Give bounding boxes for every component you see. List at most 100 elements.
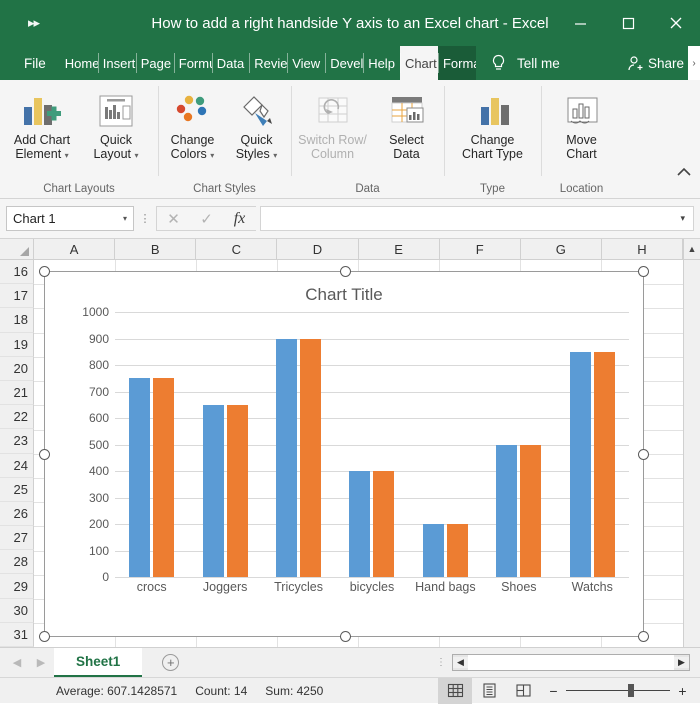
formula-input[interactable]: ▾ xyxy=(260,206,694,231)
tab-help[interactable]: Help xyxy=(363,46,400,80)
switch-row-column-button[interactable]: Switch Row/ Column xyxy=(294,85,372,161)
horizontal-scrollbar[interactable]: ◀ ▶ xyxy=(452,654,690,671)
tab-formulas[interactable]: Formulas xyxy=(173,46,212,80)
resize-handle-middle-right[interactable] xyxy=(638,449,649,460)
row-header-30[interactable]: 30 xyxy=(0,598,34,623)
bar-series2[interactable] xyxy=(226,404,248,577)
row-header-29[interactable]: 29 xyxy=(0,574,34,599)
zoom-control[interactable]: − + xyxy=(548,683,688,699)
quick-access-toolbar-icon[interactable]: ▸▸ xyxy=(28,15,40,31)
tab-data[interactable]: Data xyxy=(211,46,249,80)
bar-series1[interactable] xyxy=(276,338,298,577)
bar-series1[interactable] xyxy=(349,471,371,577)
chart-plot-area[interactable] xyxy=(115,312,629,578)
chevron-down-icon[interactable]: ▾ xyxy=(135,151,139,160)
bar-group[interactable] xyxy=(409,312,482,577)
chevron-down-icon[interactable]: ▾ xyxy=(65,151,69,160)
row-header-16[interactable]: 16 xyxy=(0,260,34,285)
row-header-31[interactable]: 31 xyxy=(0,622,34,647)
formula-bar-grip[interactable]: ⋮ xyxy=(138,213,152,224)
column-header-b[interactable]: B xyxy=(115,239,197,259)
hscroll-right-button[interactable]: ▶ xyxy=(674,657,689,668)
row-header-24[interactable]: 24 xyxy=(0,453,34,478)
tab-file[interactable]: File xyxy=(10,46,60,80)
row-header-20[interactable]: 20 xyxy=(0,356,34,381)
add-sheet-button[interactable]: + xyxy=(162,654,180,671)
tab-insert[interactable]: Insert xyxy=(97,46,136,80)
quick-styles-button[interactable]: Quick Styles ▾ xyxy=(225,85,289,163)
column-header-f[interactable]: F xyxy=(439,239,521,259)
maximize-button[interactable] xyxy=(604,0,652,46)
confirm-entry-button[interactable]: ✓ xyxy=(190,207,223,230)
resize-handle-bottom-left[interactable] xyxy=(39,631,50,642)
insert-function-button[interactable]: fx xyxy=(223,207,256,230)
chart-object[interactable]: Chart Title 1000 900 800 700 600 500 400… xyxy=(39,266,649,642)
resize-handle-bottom-right[interactable] xyxy=(638,631,649,642)
tab-review[interactable]: Review xyxy=(249,46,287,80)
share-button[interactable]: Share xyxy=(627,46,684,80)
resize-handle-top-center[interactable] xyxy=(340,266,351,277)
normal-view-icon[interactable] xyxy=(438,677,472,704)
chevron-down-icon[interactable]: ▾ xyxy=(210,151,214,160)
select-data-button[interactable]: Select Data xyxy=(372,85,442,161)
bar-group[interactable] xyxy=(188,312,261,577)
row-header-21[interactable]: 21 xyxy=(0,380,34,406)
close-button[interactable] xyxy=(652,0,700,46)
bar-series1[interactable] xyxy=(129,378,151,577)
bar-series2[interactable] xyxy=(153,378,175,577)
y-axis-labels[interactable]: 1000 900 800 700 600 500 400 300 200 100… xyxy=(55,305,109,584)
vertical-scrollbar[interactable] xyxy=(683,260,700,647)
row-header-22[interactable]: 22 xyxy=(0,405,34,430)
chevron-down-icon[interactable]: ▾ xyxy=(273,151,277,160)
tab-format[interactable]: Format xyxy=(437,46,476,80)
change-chart-type-button[interactable]: Change Chart Type xyxy=(447,85,539,161)
bar-group[interactable] xyxy=(262,312,335,577)
expand-formula-bar-button[interactable]: ▾ xyxy=(680,213,685,224)
previous-sheet-button[interactable]: ◀ xyxy=(6,656,28,669)
move-chart-button[interactable]: Move Chart xyxy=(546,85,618,161)
quick-layout-button[interactable]: Quick Layout ▾ xyxy=(79,85,153,163)
bar-series1[interactable] xyxy=(569,351,591,577)
bar-series1[interactable] xyxy=(202,404,224,577)
tab-scroll-right-button[interactable]: › xyxy=(688,46,700,80)
x-axis-labels[interactable]: crocs Joggers Tricycles bicycles Hand bags Sh… xyxy=(115,580,629,594)
name-box[interactable]: Chart 1 ▾ xyxy=(6,206,134,231)
bar-series1[interactable] xyxy=(422,524,444,577)
page-break-view-icon[interactable] xyxy=(506,678,540,704)
scroll-up-button[interactable]: ▲ xyxy=(683,239,700,259)
hscroll-thumb[interactable] xyxy=(468,655,674,670)
bar-group[interactable] xyxy=(335,312,408,577)
bar-series1[interactable] xyxy=(496,444,518,577)
tab-home[interactable]: Home xyxy=(60,46,98,80)
add-chart-element-button[interactable]: Add Chart Element ▾ xyxy=(5,85,79,163)
column-header-d[interactable]: D xyxy=(277,239,359,259)
sheet-tab-sheet1[interactable]: Sheet1 xyxy=(54,648,143,677)
tell-me-box[interactable]: Tell me xyxy=(517,46,568,80)
row-header-27[interactable]: 27 xyxy=(0,526,34,551)
tab-developer[interactable]: Developer xyxy=(325,46,363,80)
cancel-entry-button[interactable]: ✕ xyxy=(157,207,190,230)
change-colors-button[interactable]: Change Colors ▾ xyxy=(161,85,225,163)
row-header-17[interactable]: 17 xyxy=(0,284,34,309)
bar-group[interactable] xyxy=(556,312,629,577)
column-header-g[interactable]: G xyxy=(520,239,602,259)
bar-series2[interactable] xyxy=(520,444,542,577)
tab-chart-design[interactable]: Chart Design xyxy=(399,46,438,80)
bar-series2[interactable] xyxy=(373,471,395,577)
chevron-down-icon[interactable]: ▾ xyxy=(123,214,127,223)
resize-handle-top-right[interactable] xyxy=(638,266,649,277)
bar-series2[interactable] xyxy=(593,351,615,577)
zoom-slider-thumb[interactable] xyxy=(628,684,634,697)
resize-handle-middle-left[interactable] xyxy=(39,449,50,460)
collapse-ribbon-button[interactable] xyxy=(676,167,692,180)
minimize-button[interactable] xyxy=(556,0,604,46)
bar-group[interactable] xyxy=(482,312,555,577)
resize-handle-bottom-center[interactable] xyxy=(340,631,351,642)
row-header-23[interactable]: 23 xyxy=(0,429,34,454)
tab-view[interactable]: View xyxy=(287,46,325,80)
lightbulb-icon[interactable] xyxy=(476,46,517,80)
column-header-c[interactable]: C xyxy=(196,239,278,259)
bar-series2[interactable] xyxy=(300,338,322,577)
column-header-h[interactable]: H xyxy=(601,239,683,259)
next-sheet-button[interactable]: ▶ xyxy=(30,656,52,669)
